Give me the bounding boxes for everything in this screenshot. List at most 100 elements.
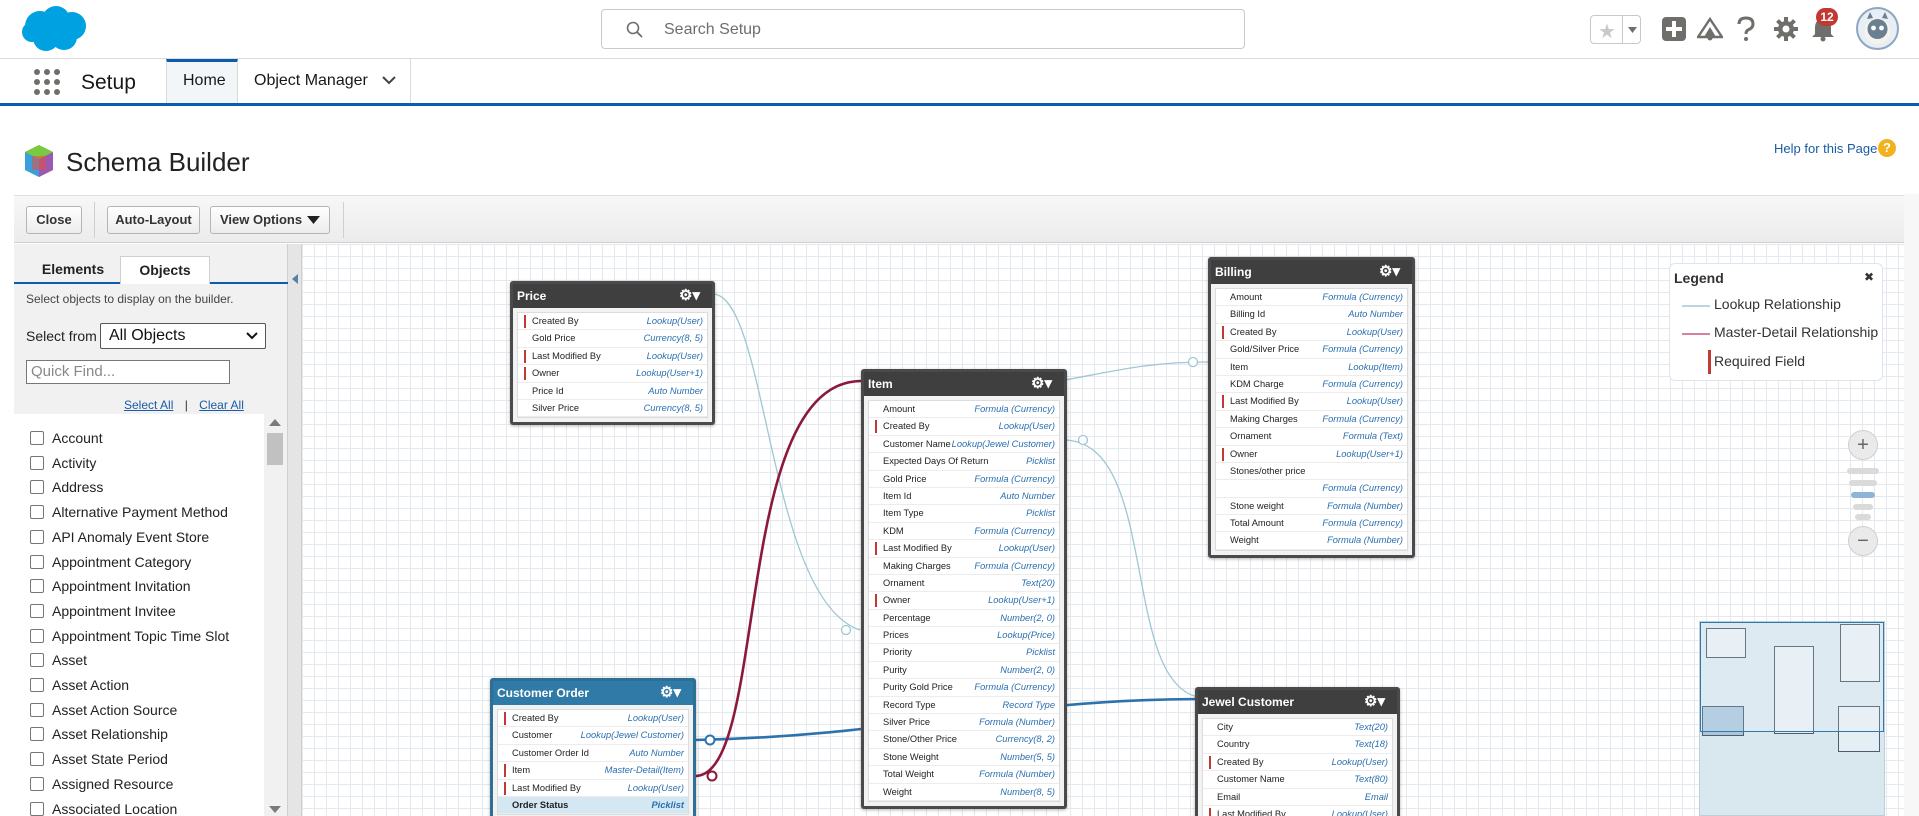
field-row-last-modified-by[interactable]: Last Modified By Lookup(User) — [1216, 393, 1407, 411]
field-row-last-modified-by[interactable]: Last Modified By Lookup(User) — [869, 540, 1059, 558]
entity-item[interactable]: Item ⚙▾ Amount Formula (Currency) Created By… — [861, 369, 1067, 809]
app-launcher-icon[interactable] — [34, 69, 60, 95]
zoom-out-button[interactable]: − — [1848, 526, 1878, 556]
object-checkbox[interactable] — [30, 776, 44, 791]
zoom-level-bar[interactable] — [1849, 480, 1877, 486]
field-row-weight[interactable]: Weight Formula (Number) — [1216, 532, 1407, 550]
entity-gear-icon[interactable]: ⚙▾ — [679, 284, 700, 308]
field-row-stone-weight[interactable]: Stone weight Formula (Number) — [1216, 498, 1407, 516]
entity-gear-icon[interactable]: ⚙▾ — [1364, 690, 1385, 714]
auto-layout-button[interactable]: Auto-Layout — [107, 206, 200, 234]
zoom-level-bar[interactable] — [1847, 468, 1879, 474]
field-row-silver-price[interactable]: Silver Price Currency(8, 5) — [518, 400, 707, 418]
zoom-level-bar[interactable] — [1853, 504, 1873, 510]
zoom-level-bar[interactable] — [1855, 514, 1871, 520]
panel-collapse-handle[interactable] — [288, 244, 302, 816]
tab-object-manager[interactable]: Object Manager — [238, 59, 411, 103]
field-row-item-type[interactable]: Item Type Picklist — [869, 505, 1059, 523]
field-row-kdm[interactable]: KDM Formula (Currency) — [869, 523, 1059, 541]
field-row-created-by[interactable]: Created By Lookup(User) — [1203, 754, 1392, 772]
clear-all-link[interactable]: Clear All — [199, 398, 244, 412]
field-row-gold-price[interactable]: Gold Price Formula (Currency) — [869, 471, 1059, 488]
page-scrollbar[interactable] — [1904, 194, 1919, 816]
field-row-price-id[interactable]: Price Id Auto Number — [518, 383, 707, 400]
field-row-customer-order-id[interactable]: Customer Order Id Auto Number — [498, 745, 688, 763]
field-row-percentage[interactable]: Percentage Number(2, 0) — [869, 610, 1059, 628]
field-row-customer-name[interactable]: Customer Name Text(80) — [1203, 771, 1392, 789]
field-row-expected-days-of-return[interactable]: Expected Days Of Return Picklist — [869, 453, 1059, 471]
field-row-customer[interactable]: Customer Lookup(Jewel Customer) — [498, 727, 688, 745]
entity-header[interactable]: Item ⚙▾ — [864, 372, 1064, 396]
field-row-ornament[interactable]: Ornament Text(20) — [869, 575, 1059, 593]
field-row-order-status[interactable]: Order Status Picklist — [498, 796, 688, 815]
field-row-item[interactable]: Item Master-Detail(Item) — [498, 762, 688, 780]
field-row-last-modified-by[interactable]: Last Modified By Lookup(User) — [518, 348, 707, 366]
minimap[interactable] — [1699, 621, 1885, 816]
field-row-billing-id[interactable]: Billing Id Auto Number — [1216, 306, 1407, 324]
zoom-level-bar-active[interactable] — [1851, 492, 1875, 498]
field-row-created-by[interactable]: Created By Lookup(User) — [1216, 324, 1407, 342]
object-checkbox[interactable] — [30, 752, 44, 767]
field-row-weight[interactable]: Weight Number(8, 5) — [869, 784, 1059, 801]
field-row-owner[interactable]: Owner Lookup(User+1) — [869, 592, 1059, 610]
help-question-icon[interactable]: ? — [1878, 139, 1896, 157]
object-checkbox[interactable] — [30, 727, 44, 742]
add-icon[interactable] — [1661, 16, 1687, 42]
trailhead-icon[interactable] — [1697, 17, 1723, 41]
field-row-last-modified-by[interactable]: Last Modified By Lookup(User) — [1203, 806, 1392, 816]
search-input[interactable]: Search Setup — [601, 9, 1245, 49]
tab-objects[interactable]: Objects — [120, 256, 210, 284]
object-checkbox[interactable] — [30, 653, 44, 668]
field-row-customer-name[interactable]: Customer Name Lookup(Jewel Customer) — [869, 436, 1059, 454]
field-row-purity[interactable]: Purity Number(2, 0) — [869, 662, 1059, 680]
field-row-total-amount[interactable]: Total Amount Formula (Currency) — [1216, 515, 1407, 533]
chevron-down-icon[interactable] — [382, 75, 396, 85]
scroll-down-icon[interactable] — [269, 806, 281, 814]
field-row-stone-weight[interactable]: Stone Weight Number(5, 5) — [869, 749, 1059, 767]
view-options-button[interactable]: View Options — [210, 206, 330, 234]
entity-price[interactable]: Price ⚙▾ Created By Lookup(User) Gold Price C… — [510, 281, 715, 426]
help-icon[interactable] — [1736, 16, 1756, 42]
field-row-email[interactable]: Email Email — [1203, 789, 1392, 806]
object-checkbox[interactable] — [30, 579, 44, 594]
zoom-in-button[interactable]: + — [1848, 430, 1878, 460]
field-row-kdm-charge[interactable]: KDM Charge Formula (Currency) — [1216, 376, 1407, 394]
object-checkbox[interactable] — [30, 480, 44, 495]
select-all-link[interactable]: Select All — [124, 398, 173, 412]
field-row-stones-other-price[interactable]: Stones/other price — [1216, 463, 1407, 481]
object-checkbox[interactable] — [30, 505, 44, 520]
entity-header[interactable]: Price ⚙▾ — [513, 284, 712, 308]
field-row-created-by[interactable]: Created By Lookup(User) — [498, 710, 688, 728]
minimap-viewport[interactable] — [1700, 622, 1884, 732]
scrollbar-thumb[interactable] — [267, 433, 283, 465]
field-row-last-modified-by[interactable]: Last Modified By Lookup(User) — [498, 780, 688, 797]
entity-header[interactable]: Customer Order ⚙▾ — [493, 681, 693, 705]
tab-home[interactable]: Home — [166, 59, 238, 103]
select-from-dropdown[interactable]: All Objects — [100, 323, 266, 349]
field-row-silver-price[interactable]: Silver Price Formula (Number) — [869, 714, 1059, 732]
field-row-amount[interactable]: Amount Formula (Currency) — [869, 401, 1059, 419]
object-checkbox[interactable] — [30, 431, 44, 445]
legend-close-icon[interactable]: ✖ — [1864, 270, 1874, 284]
avatar[interactable] — [1856, 7, 1899, 50]
close-button[interactable]: Close — [26, 206, 82, 234]
field-row-purity-gold-price[interactable]: Purity Gold Price Formula (Currency) — [869, 679, 1059, 697]
field-row-item-id[interactable]: Item Id Auto Number — [869, 488, 1059, 506]
field-row-making-charges[interactable]: Making Charges Formula (Currency) — [1216, 411, 1407, 429]
field-row-owner[interactable]: Owner Lookup(User+1) — [1216, 446, 1407, 463]
field-row-stone-other-price[interactable]: Stone/Other Price Currency(8, 2) — [869, 731, 1059, 749]
quick-find-input[interactable]: Quick Find... — [26, 360, 230, 384]
field-row-blank[interactable]: Formula (Currency) — [1216, 480, 1407, 498]
object-checkbox[interactable] — [30, 554, 44, 569]
field-row-city[interactable]: City Text(20) — [1203, 719, 1392, 737]
favorites-star-icon[interactable]: ★ — [1598, 19, 1616, 44]
object-checkbox[interactable] — [30, 603, 44, 618]
field-row-total-weight[interactable]: Total Weight Formula (Number) — [869, 766, 1059, 784]
field-row-gold-silver-price[interactable]: Gold/Silver Price Formula (Currency) — [1216, 341, 1407, 359]
object-checkbox[interactable] — [30, 455, 44, 470]
favorites-button[interactable]: ★ — [1590, 15, 1641, 44]
object-checkbox[interactable] — [30, 702, 44, 717]
object-checkbox[interactable] — [30, 801, 44, 816]
object-list-scrollbar[interactable] — [264, 414, 286, 816]
field-row-prices[interactable]: Prices Lookup(Price) — [869, 627, 1059, 645]
